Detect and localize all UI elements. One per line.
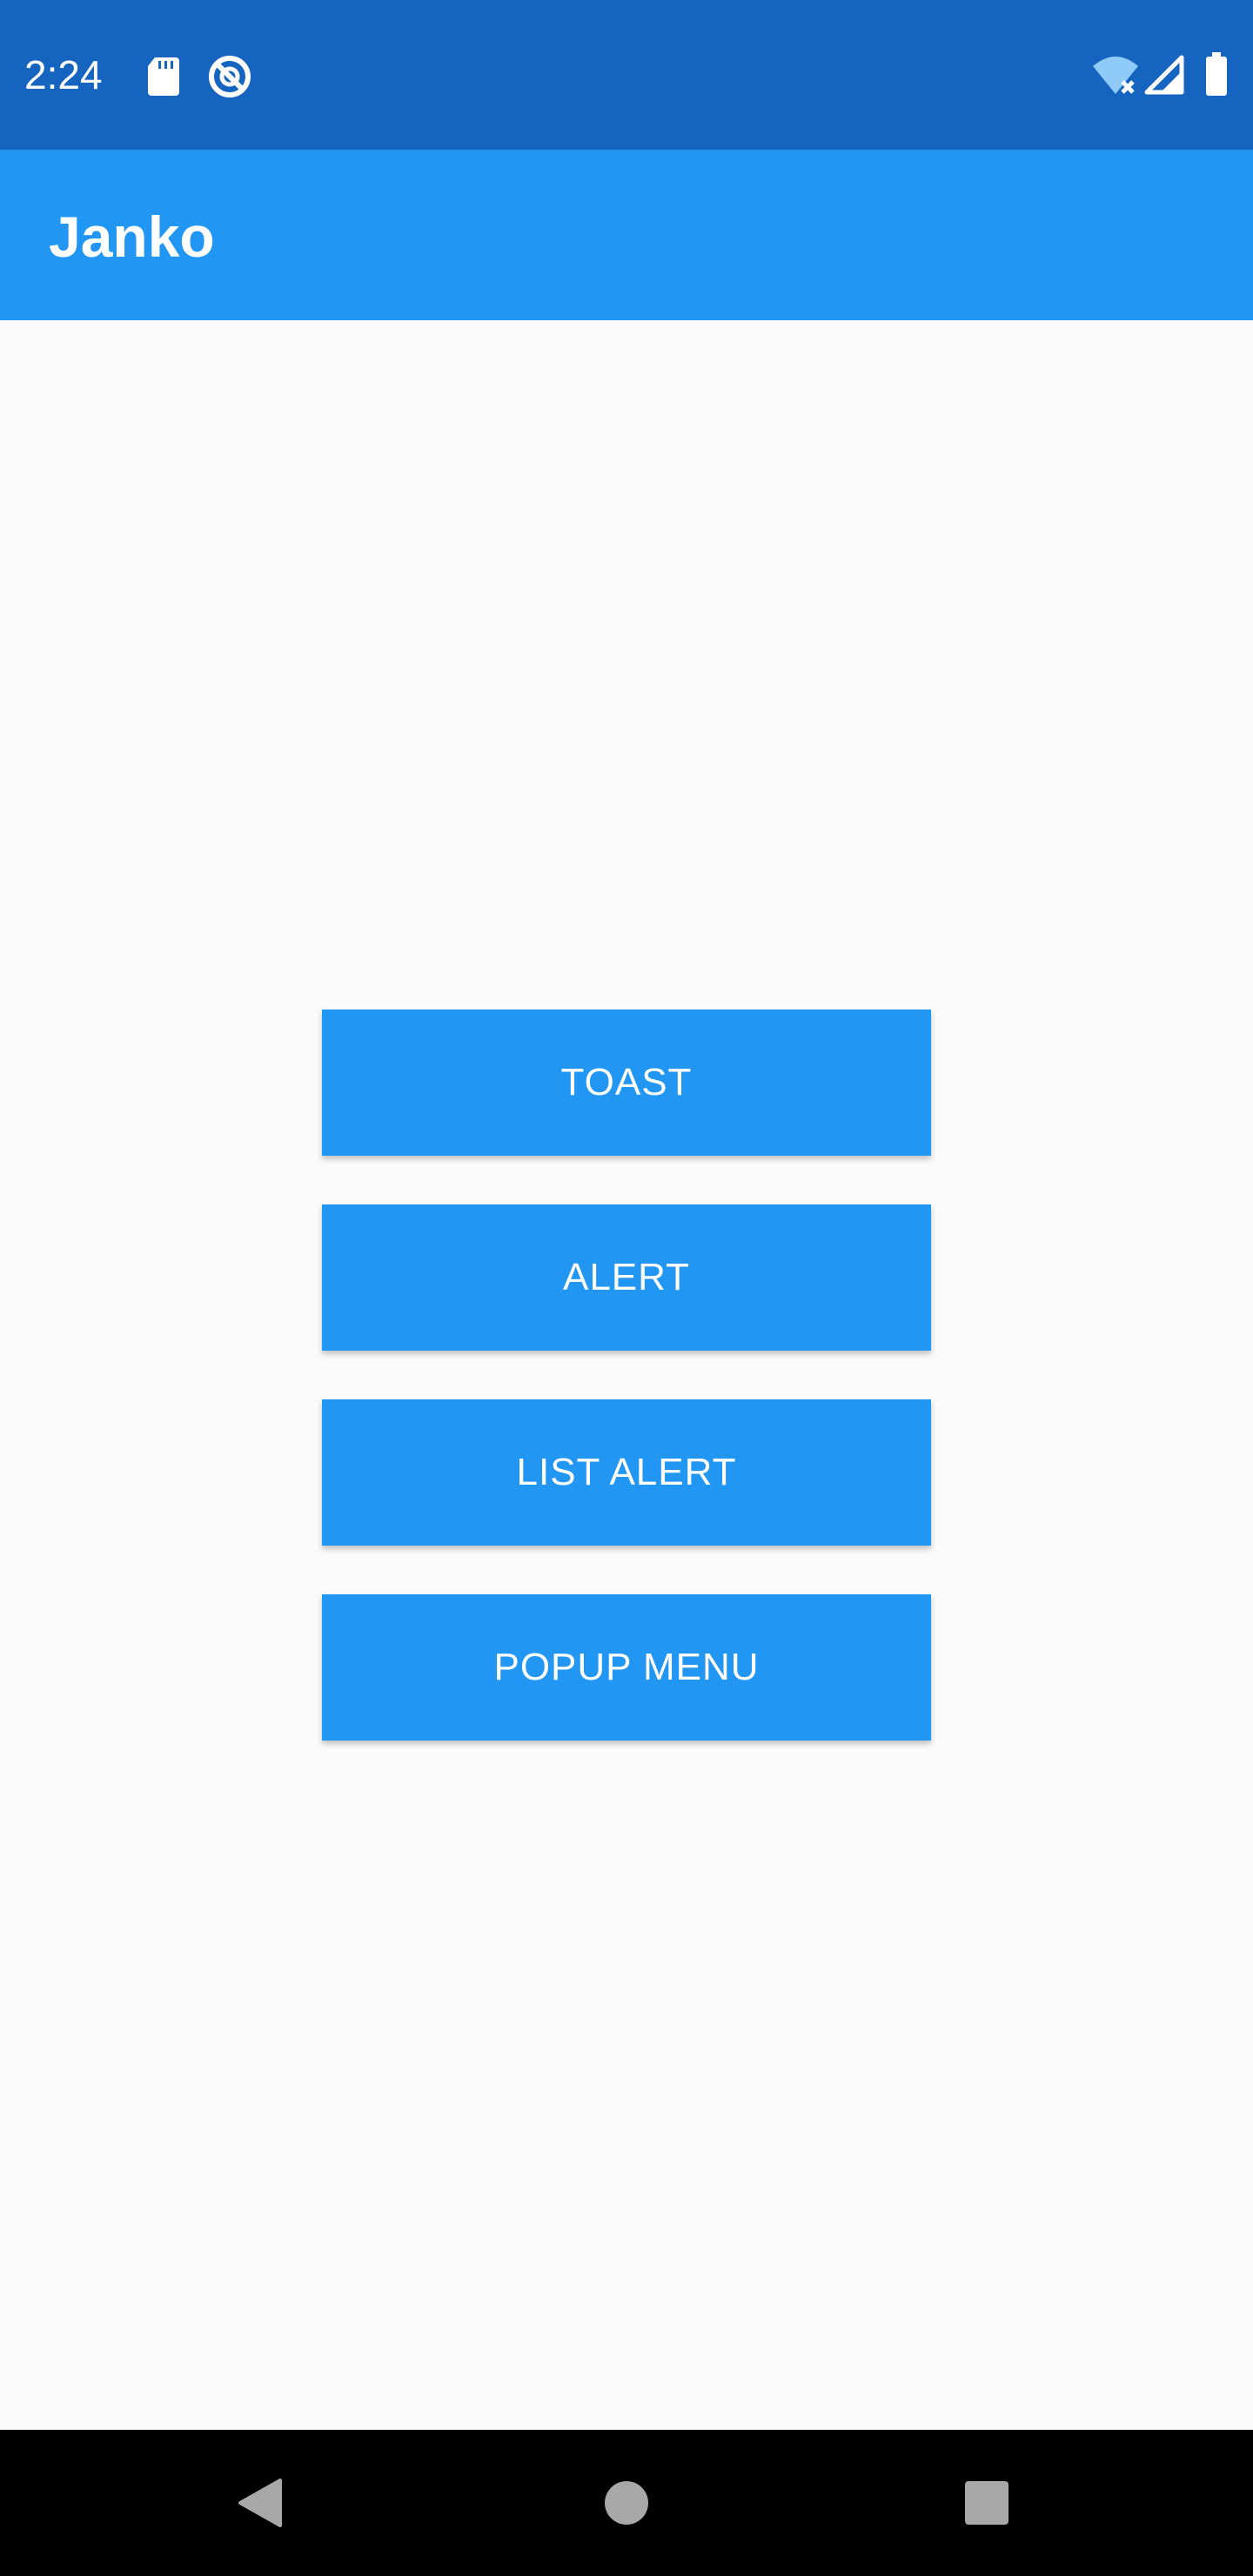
recents-icon[interactable] xyxy=(964,2480,1009,2526)
back-icon[interactable] xyxy=(235,2477,287,2529)
home-icon[interactable] xyxy=(604,2480,649,2526)
navigation-bar xyxy=(0,2430,1253,2576)
status-time: 2:24 xyxy=(24,52,103,97)
list-alert-button[interactable]: LIST ALERT xyxy=(322,1399,931,1546)
content-area: TOAST ALERT LIST ALERT POPUP MENU xyxy=(0,320,1253,2430)
battery-icon xyxy=(1206,52,1227,96)
toast-button[interactable]: TOAST xyxy=(322,1010,931,1156)
cell-signal-icon xyxy=(1144,55,1184,95)
status-bar: 2:24 xyxy=(0,0,1253,150)
alert-button[interactable]: ALERT xyxy=(322,1204,931,1351)
app-title: Janko xyxy=(49,205,215,269)
do-not-disturb-icon xyxy=(209,56,251,97)
wifi-off-icon xyxy=(1093,57,1138,94)
popup-menu-button[interactable]: POPUP MENU xyxy=(322,1594,931,1741)
sd-card-icon xyxy=(148,57,179,96)
